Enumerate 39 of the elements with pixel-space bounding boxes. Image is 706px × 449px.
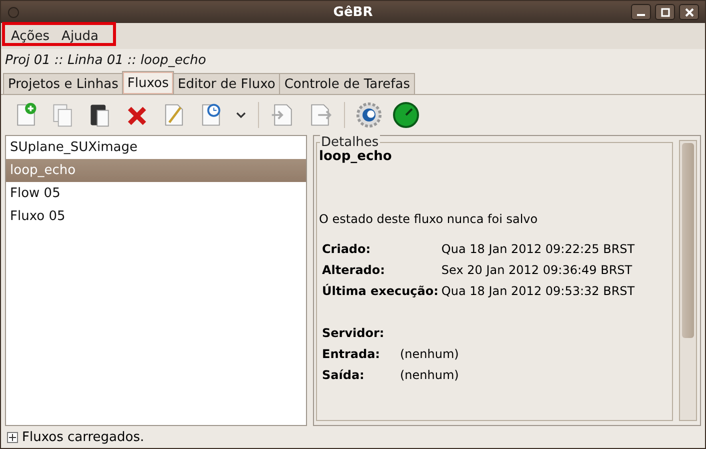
scrollbar[interactable] bbox=[679, 140, 697, 421]
settings-icon bbox=[356, 102, 382, 128]
detail-label: Criado: bbox=[322, 242, 372, 256]
detail-value: (nenhum) bbox=[400, 347, 459, 361]
caret-icon bbox=[235, 111, 247, 119]
menu-item[interactable]: Ajuda bbox=[56, 24, 105, 48]
window-title: GêBR bbox=[333, 4, 373, 20]
scrollbar-thumb[interactable] bbox=[682, 143, 694, 338]
detail-label: Entrada: bbox=[322, 347, 381, 361]
detail-value: Qua 18 Jan 2012 09:22:25 BRST bbox=[441, 242, 635, 256]
close-icon bbox=[684, 8, 694, 16]
flow-list-item[interactable]: Fluxo 05 bbox=[6, 205, 306, 228]
tab[interactable]: Fluxos bbox=[122, 71, 174, 94]
tab[interactable]: Controle de Tarefas bbox=[279, 73, 415, 94]
toolbar-button[interactable] bbox=[391, 100, 421, 130]
flow-name: loop_echo bbox=[319, 149, 393, 164]
detail-label: Última execução: bbox=[322, 284, 438, 298]
tab[interactable]: Editor de Fluxo bbox=[172, 73, 280, 94]
detail-label: Alterado: bbox=[322, 263, 386, 277]
detail-value: Sex 20 Jan 2012 09:36:49 BRST bbox=[441, 263, 634, 277]
toolbar-button[interactable] bbox=[354, 100, 384, 130]
close-button[interactable] bbox=[679, 4, 699, 20]
breadcrumb: Proj 01 :: Linha 01 :: loop_echo bbox=[4, 52, 208, 70]
detail-label: Servidor: bbox=[322, 326, 386, 340]
menu-item[interactable]: Ações bbox=[5, 24, 56, 48]
state-text: O estado deste fluxo nunca foi salvo bbox=[319, 212, 539, 226]
detail-value: Qua 18 Jan 2012 09:53:32 BRST bbox=[441, 284, 635, 298]
detail-label: Saída: bbox=[322, 368, 366, 382]
status-text: Fluxos carregados. bbox=[22, 430, 144, 444]
detail-value: (nenhum) bbox=[400, 368, 459, 382]
maximize-icon bbox=[660, 8, 670, 16]
minimize-button[interactable] bbox=[631, 4, 651, 20]
flow-list-item[interactable]: loop_echo bbox=[6, 159, 306, 182]
tab[interactable]: Projetos e Linhas bbox=[3, 73, 124, 94]
expander-button[interactable] bbox=[7, 432, 18, 442]
flow-list-item[interactable]: SUplane_SUXimage bbox=[6, 136, 306, 159]
flow-list-item[interactable]: Flow 05 bbox=[6, 182, 306, 205]
gauge-icon bbox=[392, 101, 420, 129]
maximize-button[interactable] bbox=[655, 4, 675, 20]
